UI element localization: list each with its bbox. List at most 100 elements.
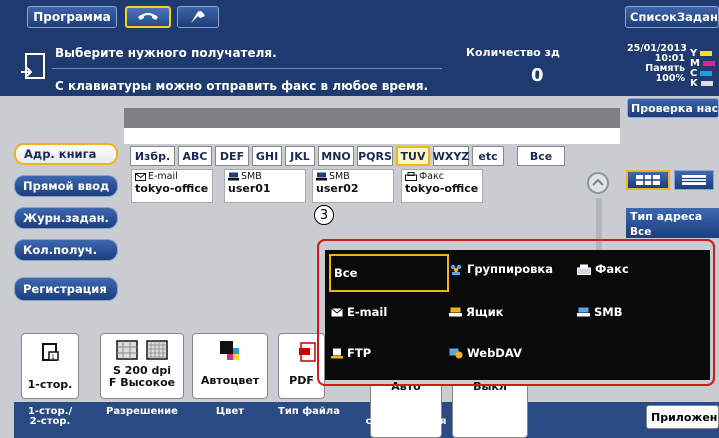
group-icon <box>450 264 462 275</box>
tab-mno[interactable]: MNO <box>318 146 354 166</box>
option-label: Все <box>334 266 358 280</box>
tab-pqrs[interactable]: PQRS <box>357 146 393 166</box>
nav-job-history[interactable]: Журн.задан. <box>14 207 118 229</box>
chevron-up-icon <box>592 178 604 186</box>
nav-address-book[interactable]: Адр. книга <box>14 143 118 165</box>
destination-card[interactable]: E-mail tokyo-office <box>131 169 213 203</box>
tab-ghi[interactable]: GHI <box>252 146 282 166</box>
auto-color-icon <box>220 341 239 360</box>
card-type-label: Факс <box>419 171 444 182</box>
smb-icon <box>316 172 327 181</box>
option-label: SMB <box>594 305 623 319</box>
index-tabs: Избр. ABC DEF GHI JKL MNO PQRS TUV WXYZ … <box>130 146 565 168</box>
option-label: Группировка <box>467 262 553 276</box>
pdf-file-icon <box>299 342 316 362</box>
list-view-button[interactable] <box>674 170 714 190</box>
file-type-label: Тип файла <box>278 406 340 417</box>
color-value: Автоцвет <box>200 374 260 387</box>
card-name: tokyo-office <box>135 182 209 195</box>
email-settings-label: Настройки E-mail <box>459 406 521 427</box>
card-name: tokyo-office <box>405 182 479 195</box>
sides-value: 1-стор. <box>27 378 73 391</box>
message-divider <box>52 68 442 69</box>
nav-recipient-count[interactable]: Кол.получ. <box>14 239 118 261</box>
option-label: Факс <box>595 262 629 276</box>
tab-abc[interactable]: ABC <box>178 146 212 166</box>
step-callout: 3 <box>314 205 334 225</box>
sides-button[interactable]: 1 1-стор. <box>21 333 79 399</box>
email-icon <box>135 172 146 181</box>
toner-bar-yellow <box>700 50 713 56</box>
toner-row: K <box>690 78 715 89</box>
destination-input-bar[interactable] <box>124 108 620 128</box>
scan-size-label: Формат сканирования <box>365 406 447 427</box>
svg-text:1: 1 <box>51 354 55 361</box>
destination-card[interactable]: SMB user01 <box>224 169 306 203</box>
option-label: E-mail <box>347 305 388 319</box>
resolution-value: S 200 dpi F Высокое <box>101 365 183 389</box>
toner-row: M <box>690 58 715 69</box>
check-settings-button[interactable]: Проверка настро <box>627 98 719 118</box>
ftp-icon <box>331 348 343 358</box>
card-type: Факс <box>405 171 479 182</box>
tab-all[interactable]: Все <box>517 146 565 166</box>
tab-favorites[interactable]: Избр. <box>130 146 175 166</box>
email-icon <box>331 307 343 316</box>
address-type-label: Тип адреса <box>630 210 703 223</box>
option-ftp[interactable]: FTP <box>331 343 371 363</box>
grid-view-button[interactable] <box>626 170 670 190</box>
tab-wxyz[interactable]: WXYZ <box>433 146 469 166</box>
resolution-quality: F Высокое <box>108 376 176 389</box>
card-type-label: SMB <box>329 171 350 182</box>
handset-button[interactable] <box>125 6 171 28</box>
card-type-label: E-mail <box>148 171 178 182</box>
toner-bar-magenta <box>702 60 715 66</box>
toner-row: Y <box>690 48 715 59</box>
toner-bar-cyan <box>700 70 713 76</box>
grid-view-icon <box>636 175 660 185</box>
fax-icon <box>405 172 417 181</box>
card-type: E-mail <box>135 171 209 182</box>
tab-etc[interactable]: etc <box>472 146 504 166</box>
nav-direct-input[interactable]: Прямой ввод <box>14 175 118 197</box>
tab-tuv[interactable]: TUV <box>396 146 430 166</box>
destination-card[interactable]: SMB user02 <box>312 169 394 203</box>
application-button[interactable]: Приложение <box>646 405 719 429</box>
card-type: SMB <box>316 171 390 182</box>
color-button[interactable]: Автоцвет <box>192 333 268 399</box>
box-icon <box>449 307 462 317</box>
option-all-selected[interactable]: Все <box>329 254 449 292</box>
single-sided-icon: 1 <box>42 343 59 361</box>
option-email[interactable]: E-mail <box>331 302 387 322</box>
smb-icon <box>228 172 239 181</box>
on-hook-button[interactable] <box>177 6 219 28</box>
resolution-icon <box>116 340 168 360</box>
address-type-value: Все <box>630 226 652 238</box>
nav-registration[interactable]: Регистрация <box>14 277 118 301</box>
fax-icon <box>577 264 591 275</box>
job-list-button[interactable]: СписокЗаданий <box>625 6 719 28</box>
tab-def[interactable]: DEF <box>215 146 249 166</box>
option-group[interactable]: Группировка <box>449 259 553 279</box>
resolution-label: Разрешение <box>106 406 178 417</box>
option-smb[interactable]: SMB <box>577 302 623 322</box>
fax-hint-text: С клавиатуры можно отправить факс в любо… <box>55 79 429 93</box>
option-label: FTP <box>347 346 372 360</box>
card-type: SMB <box>228 171 302 182</box>
tab-jkl[interactable]: JKL <box>285 146 315 166</box>
scroll-up-button[interactable] <box>587 172 609 194</box>
list-view-icon <box>682 175 706 185</box>
count-label: Количество зд <box>466 46 560 59</box>
option-webdav[interactable]: WebDAV <box>449 343 522 363</box>
option-label: WebDAV <box>467 346 522 360</box>
destination-card[interactable]: Факс tokyo-office <box>401 169 483 203</box>
option-fax[interactable]: Факс <box>577 259 629 279</box>
resolution-button[interactable]: S 200 dpi F Высокое <box>100 333 184 399</box>
toner-bar-black <box>700 80 713 86</box>
sides-label: 1-стор./ 2-стор. <box>27 406 73 427</box>
option-box[interactable]: Ящик <box>449 302 503 322</box>
toner-levels: Y M C K <box>690 48 715 89</box>
card-name: user01 <box>228 182 271 195</box>
toner-row: C <box>690 68 715 79</box>
program-button[interactable]: Программа <box>27 6 117 28</box>
